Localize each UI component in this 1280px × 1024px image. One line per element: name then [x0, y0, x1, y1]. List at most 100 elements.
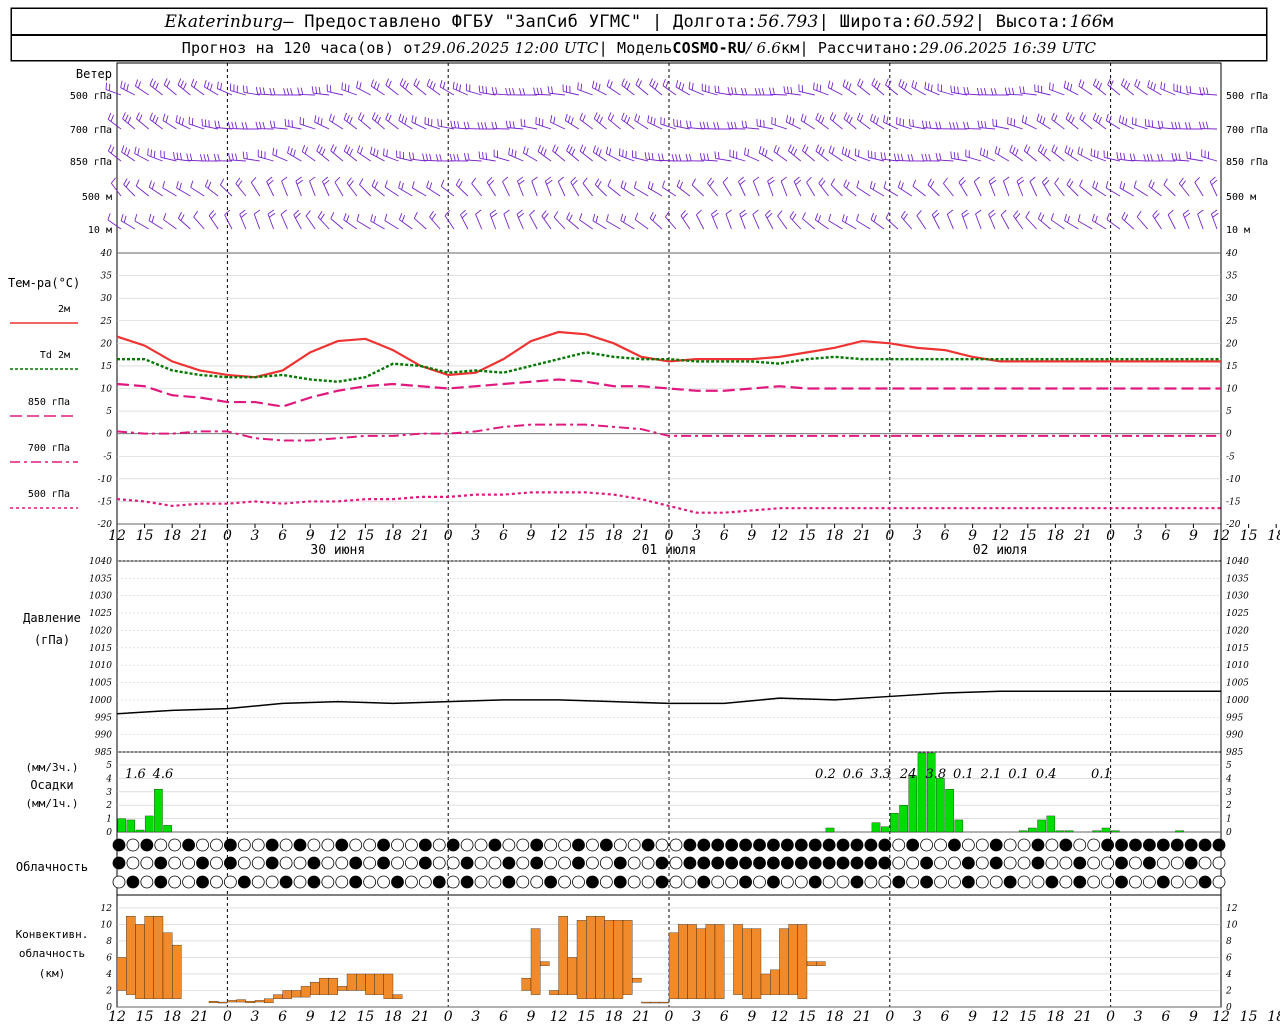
wind-barb-feather	[925, 120, 928, 128]
cloud-cover-symbol	[627, 856, 641, 870]
wind-barb-staff	[314, 121, 330, 130]
wind-barb-feather	[768, 179, 775, 185]
wind-barb-feather	[754, 88, 758, 96]
conv-cloud-bar	[116, 957, 127, 991]
wind-barb-feather	[190, 78, 195, 86]
wind-barb-feather	[1211, 179, 1218, 186]
wind-barb-feather	[608, 148, 612, 156]
wind-barb-feather	[272, 87, 276, 95]
wind-barb-feather	[747, 149, 750, 157]
wind-barb-staff	[1051, 150, 1065, 162]
x-tick-label: 6	[278, 528, 287, 544]
wind-barb-staff	[1077, 153, 1093, 162]
wind-barb-feather	[110, 177, 116, 184]
x-tick-label-bottom: 3	[1134, 1009, 1143, 1024]
wind-barb-feather	[730, 121, 734, 129]
wind-barb-feather	[963, 121, 966, 129]
wind-barb-feather	[477, 122, 481, 130]
cloud-cover-symbol	[794, 875, 808, 889]
x-tick-label-bottom: 0	[665, 1009, 674, 1024]
wind-barb-feather	[997, 147, 1001, 155]
cloud-cover-symbol	[767, 875, 780, 889]
x-tick-label: 21	[631, 528, 650, 544]
cloud-cover-symbol	[669, 856, 683, 870]
wind-barb-staff	[885, 84, 899, 96]
wind-barb-feather	[1116, 152, 1119, 160]
cloud-cover-symbol	[906, 875, 920, 889]
wind-barb-feather	[208, 210, 215, 217]
temp-legend-label: 700 гПа	[28, 443, 70, 454]
wind-barb-staff	[549, 92, 566, 96]
wind-barb-feather	[712, 212, 719, 218]
wind-barb-feather	[1092, 112, 1097, 120]
cloud-cover-symbol	[502, 838, 516, 852]
wind-barb-feather	[162, 181, 166, 188]
cloud-cover-symbol	[697, 856, 711, 870]
wind-barb-feather	[652, 214, 657, 221]
wind-barb-staff	[802, 150, 815, 162]
wind-barb-feather	[1022, 86, 1025, 94]
wind-barb-staff	[857, 84, 871, 96]
wind-barb-feather	[773, 144, 777, 152]
wind-barb-staff	[1066, 184, 1079, 197]
pressure-tick-label-right: 995	[1226, 713, 1243, 723]
wind-barb-feather	[323, 179, 330, 185]
wind-barb-feather	[357, 112, 362, 119]
cloud-cover-symbol	[377, 875, 390, 889]
wind-barb-feather	[148, 213, 152, 221]
cloud-cover-symbol	[251, 838, 265, 852]
temp-tick-label-left: -5	[103, 452, 112, 462]
x-tick-label: 6	[499, 528, 508, 544]
x-tick-label: 0	[885, 528, 894, 544]
wind-barb-feather	[841, 146, 845, 154]
cloud-cover-symbol	[822, 838, 836, 852]
wind-barb-feather	[240, 212, 247, 218]
cloud-cover-symbol	[432, 838, 446, 852]
wind-barb-feather	[126, 83, 129, 91]
cloud-cover-symbol	[920, 838, 933, 852]
cloud-cover-symbol	[279, 838, 293, 852]
wind-barb-feather	[388, 80, 392, 88]
wind-barb-feather	[237, 180, 243, 187]
wind-barb-feather	[517, 176, 524, 182]
wind-barb-staff	[577, 89, 593, 96]
wind-barb-feather	[597, 180, 602, 188]
wind-barb-feather	[1147, 80, 1150, 88]
precip-bar	[926, 752, 936, 833]
x-tick-label-bottom: 3	[471, 1009, 480, 1024]
wind-barb-feather	[266, 176, 273, 182]
wind-barb-staff	[266, 181, 275, 197]
cloud-cover-symbol	[1184, 838, 1198, 852]
cloud-cover-symbol	[836, 856, 850, 870]
wind-barb-feather	[193, 210, 198, 218]
wind-barb-feather	[1024, 116, 1028, 124]
wind-barb-feather	[662, 180, 666, 188]
wind-barb-feather	[689, 120, 692, 128]
precip-tick-label-right: 3	[1226, 788, 1232, 798]
wind-barb-feather	[522, 88, 526, 96]
cloud-cover-symbol	[1101, 875, 1115, 889]
temp-tick-label-right: -5	[1226, 452, 1235, 462]
cloud-cover-symbol	[140, 856, 154, 870]
x-tick-label-bottom: 21	[631, 1009, 650, 1024]
wind-barb-feather	[579, 112, 583, 120]
wind-barb-feather	[293, 149, 296, 157]
wind-barb-feather	[903, 213, 908, 220]
cloud-cover-symbol	[1045, 838, 1059, 852]
wind-barb-feather	[679, 181, 683, 189]
wind-barb-feather	[1202, 87, 1205, 95]
cloud-cover-symbol	[808, 875, 822, 889]
wind-barb-staff	[606, 220, 621, 230]
wind-barb-feather	[650, 116, 653, 124]
wind-barb-feather	[1093, 78, 1097, 86]
wind-barb-feather	[859, 114, 864, 122]
wind-barb-feather	[531, 176, 538, 182]
conv-tick-label-right: 4	[1225, 970, 1232, 980]
conv-unit: (км)	[39, 967, 66, 980]
wind-barb-feather	[413, 211, 418, 219]
cloud-cover-symbol	[1115, 838, 1128, 852]
cloud-cover-symbol	[780, 838, 794, 852]
conv-cloud-bar	[383, 973, 394, 999]
wind-barb-feather	[649, 211, 654, 219]
wind-barb-feather	[370, 214, 373, 222]
